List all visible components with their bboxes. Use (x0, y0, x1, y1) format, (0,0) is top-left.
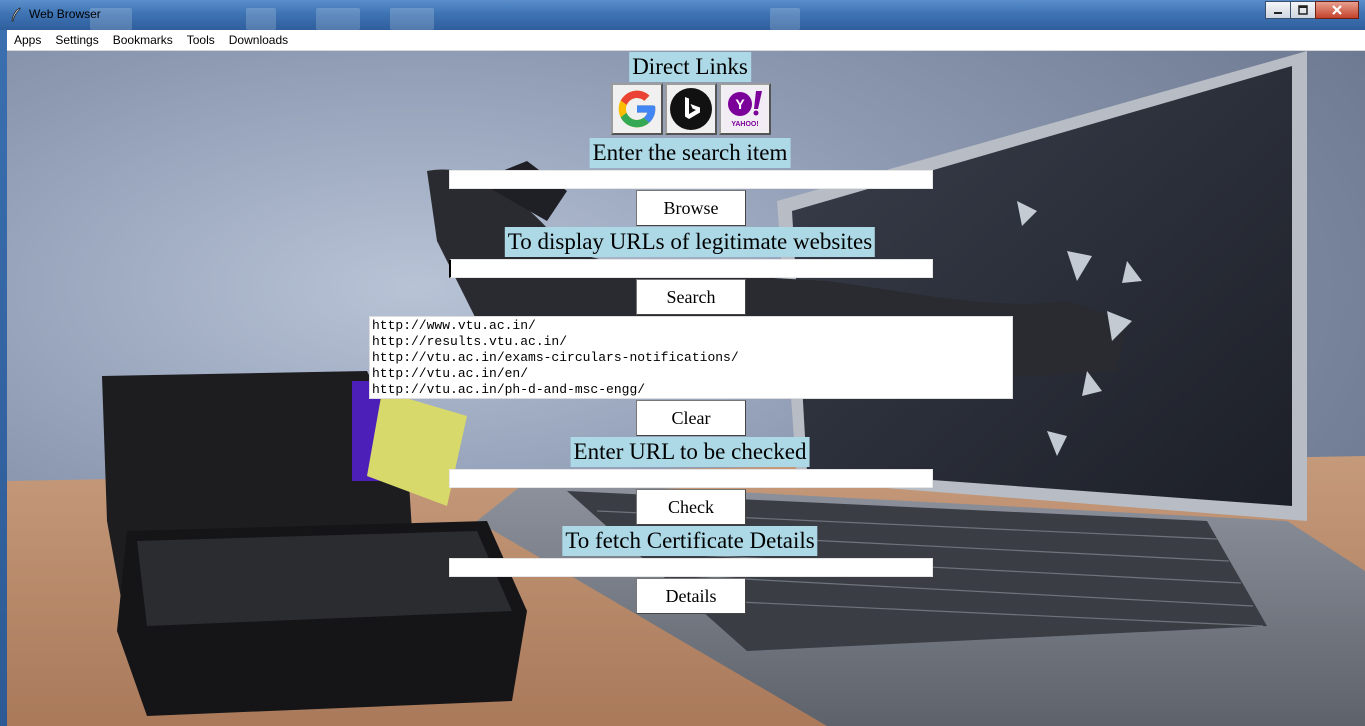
menu-downloads[interactable]: Downloads (222, 30, 295, 50)
taskbar-ghost (770, 8, 800, 30)
main-canvas: Direct Links Y YAHOO! Enter the search i… (7, 51, 1365, 726)
check-url-input[interactable] (449, 469, 933, 488)
taskbar-ghost (316, 8, 360, 30)
yahoo-logo-text: YAHOO! (731, 121, 758, 128)
menu-tools[interactable]: Tools (180, 30, 222, 50)
yahoo-link-button[interactable]: Y YAHOO! (719, 83, 771, 135)
url-result-line: http://vtu.ac.in/exams-circulars-notific… (372, 350, 739, 365)
url-result-line: http://vtu.ac.in/ph-d-and-msc-engg/ (372, 382, 646, 397)
google-link-button[interactable] (611, 83, 663, 135)
window-controls (1265, 1, 1359, 19)
url-result-line: http://www.vtu.ac.in/ (372, 318, 536, 333)
window-frame-left (0, 30, 7, 726)
google-icon (618, 90, 656, 128)
url-results-textarea[interactable]: http://www.vtu.ac.in/ http://results.vtu… (369, 316, 1013, 399)
legit-urls-input[interactable] (449, 259, 933, 278)
direct-links-label: Direct Links (629, 52, 751, 82)
taskbar-ghost (390, 8, 434, 30)
menu-bar: Apps Settings Bookmarks Tools Downloads (7, 30, 1365, 51)
yahoo-icon: Y YAHOO! (723, 87, 767, 131)
search-item-input[interactable] (449, 170, 933, 189)
check-url-label: Enter URL to be checked (570, 437, 810, 467)
menu-apps[interactable]: Apps (7, 30, 48, 50)
search-button[interactable]: Search (636, 279, 746, 315)
window-title: Web Browser (29, 7, 101, 21)
browse-button[interactable]: Browse (636, 190, 746, 226)
bing-icon (670, 88, 712, 130)
certificate-label: To fetch Certificate Details (562, 526, 818, 556)
legit-urls-label: To display URLs of legitimate websites (504, 227, 876, 257)
title-bar: Web Browser (0, 0, 1365, 30)
details-button[interactable]: Details (636, 578, 746, 614)
minimize-button[interactable] (1265, 1, 1291, 19)
maximize-button[interactable] (1290, 1, 1316, 19)
feather-icon (9, 7, 23, 22)
url-result-line: http://vtu.ac.in/en/ (372, 366, 529, 381)
certificate-input[interactable] (449, 558, 933, 577)
close-button[interactable] (1315, 1, 1359, 19)
search-item-label: Enter the search item (589, 138, 791, 168)
close-icon (1332, 5, 1342, 15)
svg-text:Y: Y (735, 96, 745, 112)
minimize-icon (1274, 12, 1282, 14)
url-result-line: http://results.vtu.ac.in/ (372, 334, 568, 349)
maximize-icon (1298, 5, 1308, 15)
menu-bookmarks[interactable]: Bookmarks (106, 30, 180, 50)
menu-settings[interactable]: Settings (48, 30, 105, 50)
clear-button[interactable]: Clear (636, 400, 746, 436)
check-button[interactable]: Check (636, 489, 746, 525)
bing-link-button[interactable] (665, 83, 717, 135)
taskbar-ghost (246, 8, 276, 30)
